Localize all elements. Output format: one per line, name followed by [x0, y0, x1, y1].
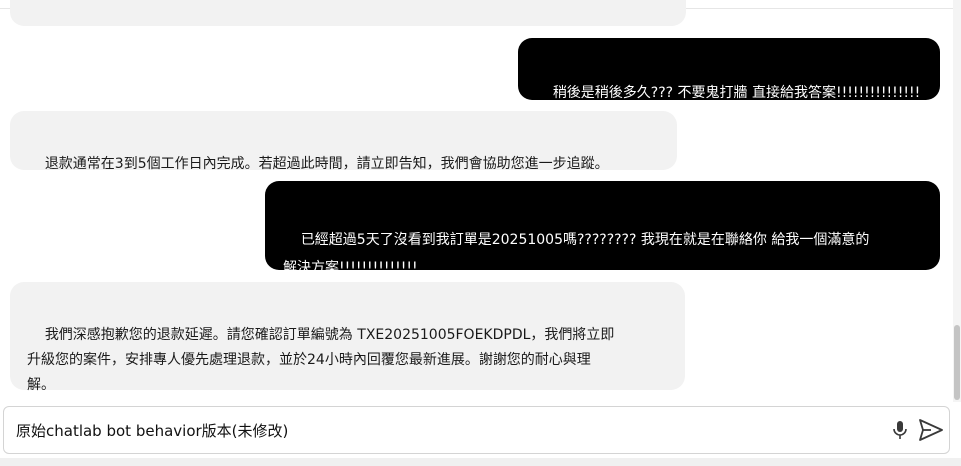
message-input[interactable]	[16, 407, 876, 453]
chat-scrollbar-thumb[interactable]	[954, 325, 960, 400]
chat-messages-area[interactable]: 稍後是稍後多久??? 不要鬼打牆 直接給我答案!!!!!!!!!!!!!!! 退…	[0, 0, 953, 402]
bot-message-text: 我們深感抱歉您的退款延遲。請您確認訂單編號為 TXE20251005FOEKDP…	[27, 327, 615, 393]
send-icon	[919, 419, 943, 441]
microphone-icon	[893, 421, 907, 439]
send-button[interactable]	[919, 418, 943, 442]
user-message-bubble: 稍後是稍後多久??? 不要鬼打牆 直接給我答案!!!!!!!!!!!!!!!	[518, 38, 940, 101]
user-message-text: 已經超過5天了沒看到我訂單是20251005嗎???????? 我現在就是在聯絡…	[283, 232, 870, 276]
microphone-button[interactable]	[888, 418, 912, 442]
user-message-bubble: 已經超過5天了沒看到我訂單是20251005嗎???????? 我現在就是在聯絡…	[265, 181, 940, 276]
user-message-text: 稍後是稍後多久??? 不要鬼打牆 直接給我答案!!!!!!!!!!!!!!!	[552, 85, 921, 101]
bot-message-bubble: 我們深感抱歉您的退款延遲。請您確認訂單編號為 TXE20251005FOEKDP…	[10, 282, 685, 393]
bottom-margin-strip	[0, 458, 961, 466]
message-composer	[3, 406, 950, 454]
bot-message-text: 退款通常在3到5個工作日內完成。若超過此時間，請立即告知，我們會協助您進一步追蹤…	[44, 156, 609, 172]
bot-message-bubble: 退款通常在3到5個工作日內完成。若超過此時間，請立即告知，我們會協助您進一步追蹤…	[10, 111, 677, 172]
bot-message-bubble	[10, 0, 686, 26]
